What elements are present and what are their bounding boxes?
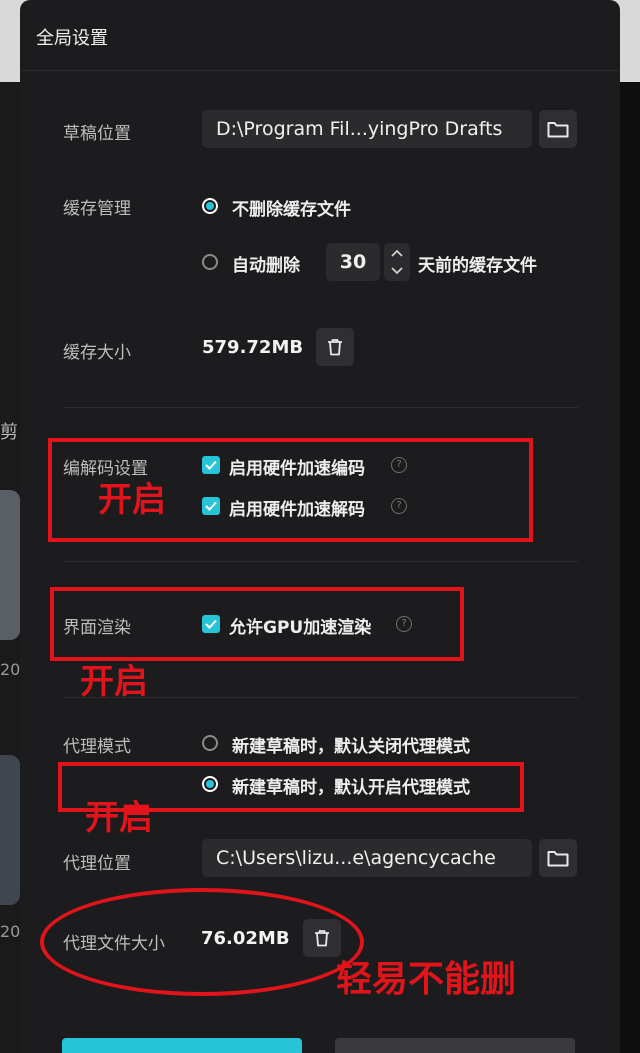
section-divider [63,561,578,562]
annotation-render-note: 开启 [80,662,148,702]
background-text: 剪 [0,422,18,443]
cache-management-label: 缓存管理 [63,199,131,219]
confirm-button[interactable] [62,1038,302,1053]
cache-days-stepper[interactable] [384,243,410,281]
proxy-location-path[interactable]: C:\Users\lizu...e\agencycache [202,839,532,877]
folder-icon [547,122,569,138]
title-divider [20,70,620,71]
proxy-mode-label: 代理模式 [63,737,131,757]
annotation-ellipse-proxy-size [40,888,364,996]
background-text: 20 [0,660,21,679]
proxy-location-browse-button[interactable] [539,839,577,877]
annotation-box-render [50,587,464,661]
proxy-off-radio[interactable] [202,735,218,751]
background-text: 20 [0,922,21,941]
chevron-down-icon[interactable] [391,267,403,275]
chevron-up-icon[interactable] [391,249,403,257]
cache-days-input[interactable]: 30 [326,243,380,281]
draft-location-label: 草稿位置 [63,124,131,144]
cache-auto-delete-label[interactable]: 自动删除 [232,251,300,276]
cache-size-value: 579.72MB [202,337,304,358]
clear-cache-button[interactable] [316,328,354,366]
proxy-off-label[interactable]: 新建草稿时，默认关闭代理模式 [232,732,470,757]
cache-auto-delete-suffix: 天前的缓存文件 [418,256,537,276]
cache-keep-radio[interactable] [202,198,218,214]
trash-icon [328,339,342,356]
annotation-codec-note: 开启 [98,480,166,520]
annotation-proxy-note: 开启 [85,798,153,838]
cache-size-label: 缓存大小 [63,343,131,363]
draft-location-browse-button[interactable] [539,110,577,148]
background-right-panel [620,82,640,1053]
annotation-proxy-size-note: 轻易不能删 [336,958,517,1000]
cancel-button[interactable] [335,1038,575,1053]
proxy-location-label: 代理位置 [63,854,131,874]
draft-location-path[interactable]: D:\Program Fil...yingPro Drafts [202,110,532,148]
background-thumbnail [0,490,20,640]
cache-auto-delete-radio[interactable] [202,254,218,270]
section-divider [63,407,578,408]
background-thumbnail [0,755,20,905]
dialog-title: 全局设置 [36,28,108,49]
cache-keep-label[interactable]: 不删除缓存文件 [232,195,351,220]
folder-icon [547,851,569,867]
